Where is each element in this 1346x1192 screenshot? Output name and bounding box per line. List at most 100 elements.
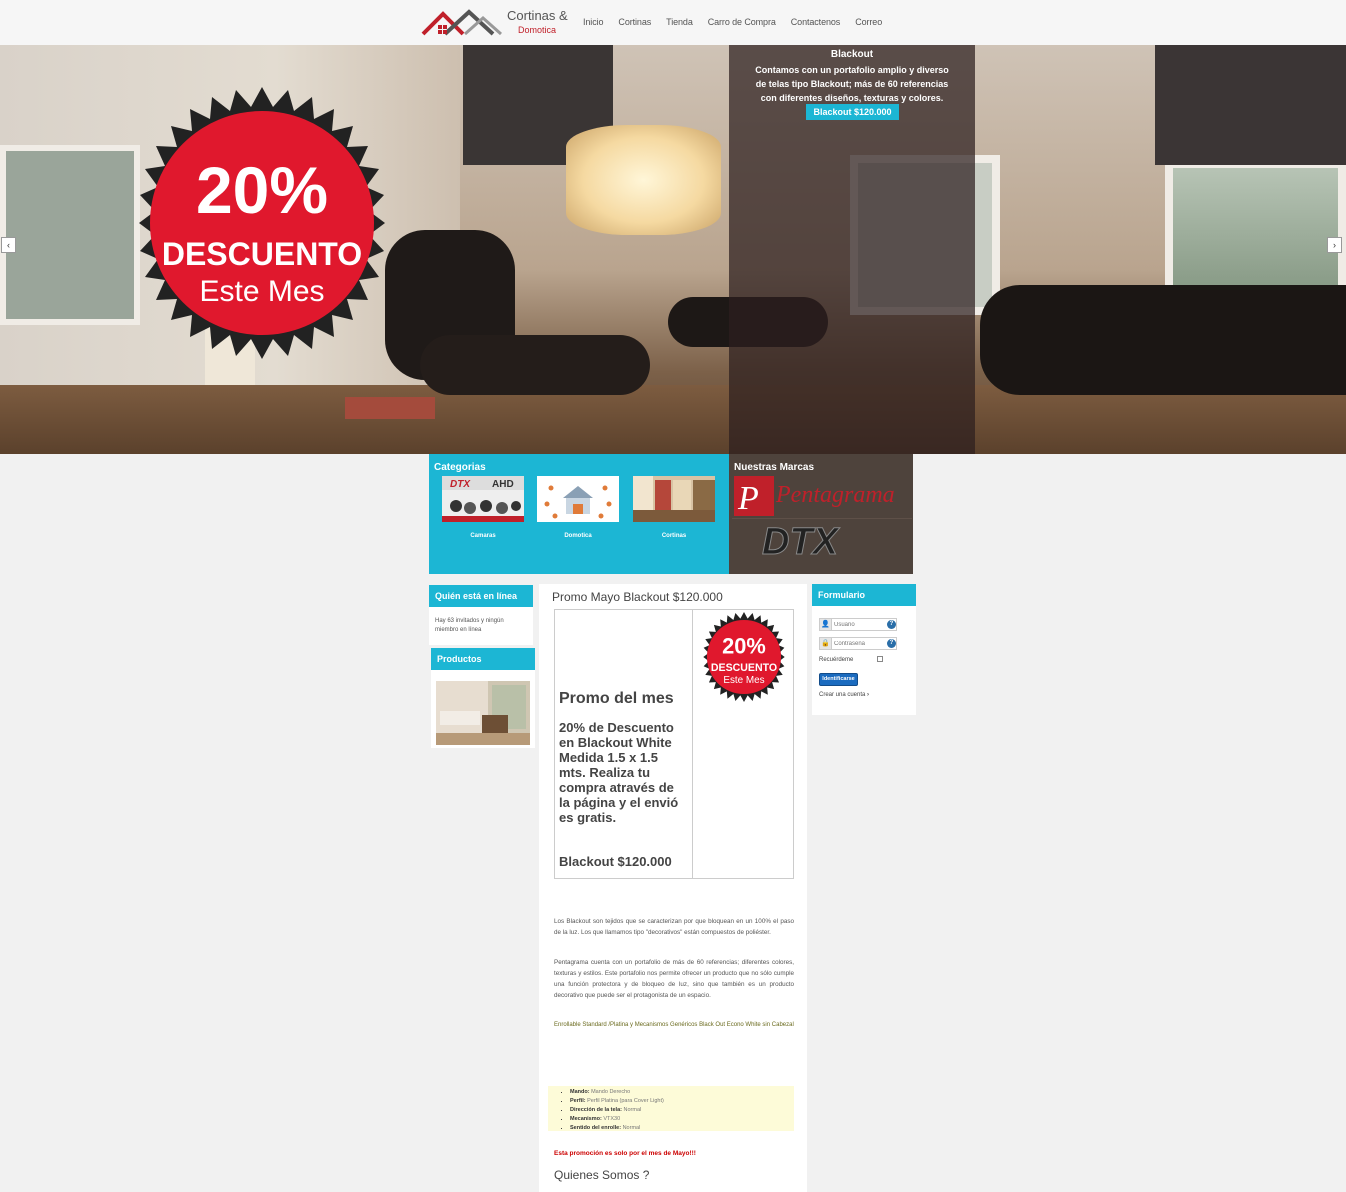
paragraph-product-line: Enrollable Standard /Platina y Mecanismo… <box>554 1022 794 1028</box>
promo-discount-badge: 20% DESCUENTO Este Mes <box>703 612 785 702</box>
logo-title: Cortinas & <box>507 8 568 23</box>
promo-badge-percent: 20% <box>722 634 766 659</box>
svg-text:AHD: AHD <box>492 479 514 490</box>
hero-photo-window <box>0 145 140 325</box>
main-content: Promo Mayo Blackout $120.000 Promo del m… <box>539 584 807 1192</box>
logo-subtitle: Domotica <box>518 25 557 35</box>
promo-price: Blackout $120.000 <box>559 854 672 869</box>
promo-heading: Promo del mes <box>559 690 674 707</box>
section-title-quienes-somos: Quienes Somos ? <box>554 1168 650 1182</box>
hero-slider: 20% DESCUENTO Este Mes Blackout Contamos… <box>0 45 1346 454</box>
hero-photo-chair-seat <box>420 335 650 395</box>
spec-key: Dirección de la tela: <box>570 1107 622 1113</box>
paragraph-pentagrama: Pentagrama cuenta con un portafolio de m… <box>554 959 794 999</box>
hero-photo-blind <box>1155 45 1346 165</box>
category-label: Cortinas <box>661 533 687 539</box>
main-nav: Inicio Cortinas Tienda Carro de Compra C… <box>583 17 897 27</box>
discount-badge: 20% DESCUENTO Este Mes <box>139 87 385 359</box>
promo-badge-este-mes: Este Mes <box>723 675 764 686</box>
products-title: Productos <box>431 648 535 670</box>
category-label: Camaras <box>470 533 496 539</box>
create-account-link[interactable]: Crear una cuenta › <box>819 692 869 698</box>
paragraph-blackout: Los Blackout son tejidos que se caracter… <box>554 918 794 936</box>
categories-panel: Categorias DTX AHD Camaras Domotica Cort… <box>429 454 729 574</box>
category-camaras[interactable]: DTX AHD Camaras <box>442 476 524 539</box>
login-form-box: Formulario 👤 ? 🔒 ? Recuérdeme Identifica… <box>812 584 916 715</box>
password-input[interactable] <box>834 639 894 648</box>
brands-title: Nuestras Marcas <box>734 462 815 473</box>
spec-value: Normal <box>622 1125 641 1131</box>
brand-dtx: DTX <box>762 521 841 563</box>
svg-text:DTX: DTX <box>450 479 471 490</box>
spec-item: Perfil: Perfil Platina (para Cover Light… <box>570 1097 794 1106</box>
user-icon: 👤 <box>820 619 832 630</box>
spec-value: VTX30 <box>603 1116 621 1122</box>
password-help-icon[interactable]: ? <box>887 639 896 648</box>
spec-item: Mecanismo: VTX30 <box>570 1115 794 1124</box>
online-text: Hay 63 invitados y ningún miembro en lín… <box>435 618 504 633</box>
hero-photo-lamp <box>566 125 721 235</box>
spec-key: Sentido del enrolle: <box>570 1125 622 1131</box>
svg-text:P: P <box>737 480 759 517</box>
username-field[interactable]: 👤 <box>819 618 897 631</box>
hero-photo-books <box>345 397 435 419</box>
chevron-right-icon: › <box>867 692 870 698</box>
badge-este-mes: Este Mes <box>199 275 324 308</box>
password-field[interactable]: 🔒 <box>819 637 897 650</box>
nav-contactenos[interactable]: Contactenos <box>791 17 841 27</box>
categories-title: Categorias <box>434 462 486 473</box>
cortinas-thumbnail <box>633 476 715 522</box>
spec-value: Normal <box>623 1107 642 1113</box>
product-image[interactable] <box>436 681 530 745</box>
login-button[interactable]: Identificarse <box>819 673 858 686</box>
slider-prev-arrow-icon[interactable]: ‹ <box>1 237 16 253</box>
brand-logos: P Pentagrama DTX <box>732 476 912 564</box>
spec-key: Mecanismo: <box>570 1116 602 1122</box>
promo-description: 20% de Descuento en Blackout White Medid… <box>559 720 679 825</box>
badge-percent: 20% <box>196 153 328 227</box>
online-title: Quién está en línea <box>429 585 533 607</box>
promo-badge-descuento: DESCUENTO <box>711 662 777 674</box>
brand-pentagrama: Pentagrama <box>775 482 895 508</box>
badge-descuento: DESCUENTO <box>162 236 362 272</box>
site-logo[interactable]: Cortinas & Domotica <box>421 6 571 38</box>
spec-value: Perfil Platina (para Cover Light) <box>587 1098 664 1104</box>
slider-next-arrow-icon[interactable]: › <box>1327 237 1342 253</box>
camaras-thumbnail: DTX AHD <box>442 476 524 522</box>
category-label: Domotica <box>564 533 592 539</box>
spec-key: Mando: <box>570 1089 590 1095</box>
nav-carro-de-compra[interactable]: Carro de Compra <box>708 17 776 27</box>
nav-tienda[interactable]: Tienda <box>666 17 693 27</box>
form-title: Formulario <box>812 584 916 606</box>
username-input[interactable] <box>834 620 894 629</box>
hero-photo-floor <box>0 385 1346 454</box>
remember-checkbox[interactable] <box>877 656 883 662</box>
promo-table: Promo del mes 20% de Descuento en Blacko… <box>554 609 794 879</box>
spec-key: Perfil: <box>570 1098 586 1104</box>
nav-inicio[interactable]: Inicio <box>583 17 604 27</box>
promo-divider <box>692 610 693 878</box>
remember-label: Recuérdeme <box>819 657 854 663</box>
slide-caption-text: Contamos con un portafolio amplio y dive… <box>755 65 949 103</box>
spec-item: Dirección de la tela: Normal <box>570 1106 794 1115</box>
site-header: Cortinas & Domotica Inicio Cortinas Tien… <box>0 0 1346 45</box>
lock-icon: 🔒 <box>820 638 832 649</box>
article-title[interactable]: Promo Mayo Blackout $120.000 <box>552 590 723 604</box>
specs-list: Mando: Mando Derecho Perfil: Perfil Plat… <box>548 1086 794 1131</box>
spec-item: Sentido del enrolle: Normal <box>570 1124 794 1133</box>
nav-correo[interactable]: Correo <box>855 17 882 27</box>
hero-photo-bench <box>980 285 1346 395</box>
online-box: Quién está en línea Hay 63 invitados y n… <box>429 585 533 645</box>
domotica-thumbnail <box>537 476 619 522</box>
brands-panel: Nuestras Marcas P Pentagrama DTX <box>729 454 913 574</box>
spec-value: Mando Derecho <box>591 1089 631 1095</box>
spec-item: Mando: Mando Derecho <box>570 1088 794 1097</box>
category-domotica[interactable]: Domotica <box>537 476 619 539</box>
promo-note: Esta promoción es solo por el mes de May… <box>554 1150 696 1157</box>
slide-caption-button[interactable]: Blackout $120.000 <box>806 104 899 120</box>
house-logo-icon <box>421 9 502 36</box>
username-help-icon[interactable]: ? <box>887 620 896 629</box>
create-account-label: Crear una cuenta <box>819 692 866 698</box>
nav-cortinas[interactable]: Cortinas <box>618 17 651 27</box>
category-cortinas[interactable]: Cortinas <box>633 476 715 539</box>
